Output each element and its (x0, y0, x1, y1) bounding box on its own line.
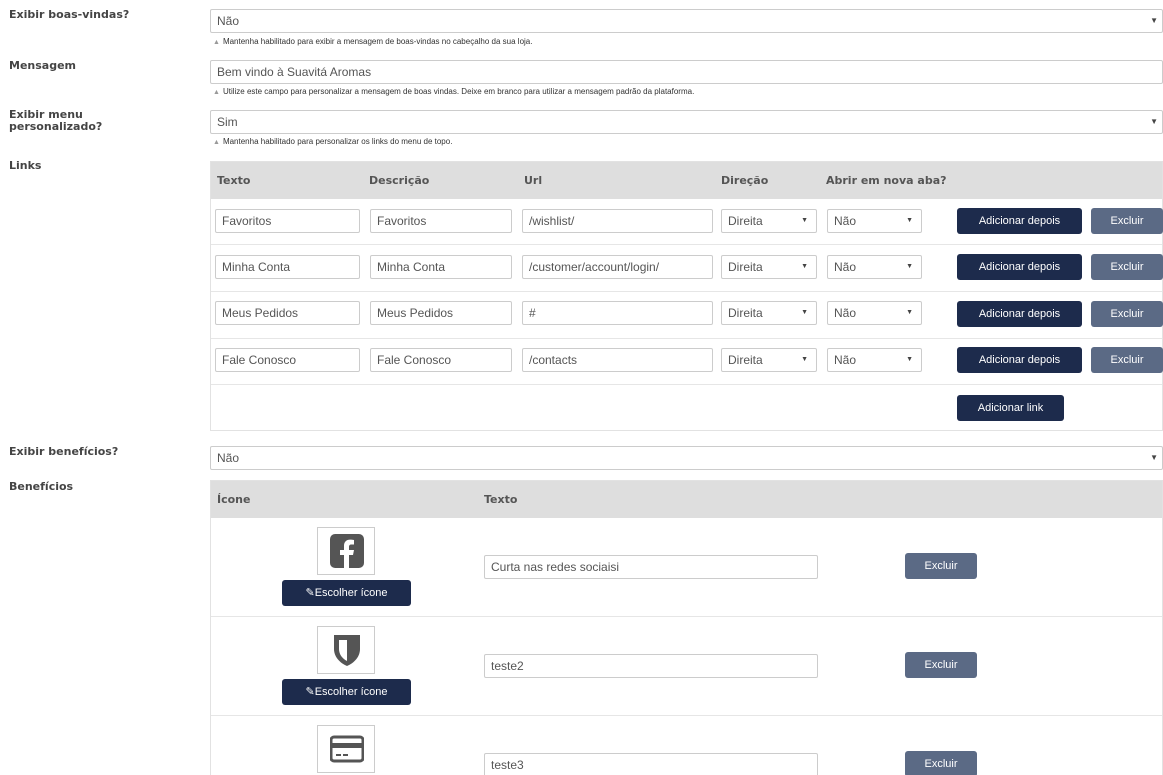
link-url-input[interactable]: # (522, 301, 713, 325)
link-direction-select[interactable]: Direita ▼ (721, 348, 817, 372)
chevron-down-icon: ▼ (906, 356, 913, 363)
shield-icon (334, 635, 360, 666)
delete-link-button[interactable]: Excluir (1091, 254, 1163, 280)
links-table: Texto Descrição Url Direção Abrir em nov… (210, 161, 1163, 431)
link-text-input[interactable]: Meus Pedidos (215, 301, 360, 325)
link-new-tab-select[interactable]: Não ▼ (827, 255, 922, 279)
benefit-icon-preview (317, 626, 375, 674)
message-hint: ▲ Utilize este campo para personalizar a … (213, 87, 695, 96)
link-text-input[interactable]: Minha Conta (215, 255, 360, 279)
table-row: ✎Escolher ícone teste2 Excluir (211, 617, 1162, 716)
table-row: ✎Escolher ícone Curta nas redes sociaisi… (211, 518, 1162, 617)
add-after-button[interactable]: Adicionar depois (957, 254, 1082, 280)
table-row: Meus Pedidos Meus Pedidos # Direita ▼ Não… (211, 292, 1163, 339)
link-description-input[interactable]: Fale Conosco (370, 348, 512, 372)
header-new-tab: Abrir em nova aba? (826, 174, 947, 187)
add-after-button[interactable]: Adicionar depois (957, 301, 1082, 327)
benefit-icon-preview (317, 527, 375, 575)
message-label: Mensagem (9, 59, 77, 72)
links-label: Links (9, 159, 42, 172)
chevron-down-icon: ▼ (906, 263, 913, 270)
link-url-input[interactable]: /wishlist/ (522, 209, 713, 233)
delete-link-button[interactable]: Excluir (1091, 301, 1163, 327)
hint-triangle-icon: ▲ (213, 89, 220, 96)
pencil-icon: ✎ (305, 686, 315, 698)
add-link-button[interactable]: Adicionar link (957, 395, 1064, 421)
delete-benefit-button[interactable]: Excluir (905, 751, 977, 775)
chevron-down-icon: ▼ (801, 356, 808, 363)
welcome-hint: ▲ Mantenha habilitado para exibir a mensa… (213, 37, 533, 46)
table-row: teste3 Excluir (211, 716, 1162, 775)
custom-menu-hint: ▲ Mantenha habilitado para personalizar o… (213, 137, 453, 146)
hint-triangle-icon: ▲ (213, 39, 220, 46)
link-new-tab-select[interactable]: Não ▼ (827, 348, 922, 372)
credit-card-icon (330, 735, 364, 763)
table-row: Minha Conta Minha Conta /customer/accoun… (211, 245, 1163, 292)
link-url-input[interactable]: /customer/account/login/ (522, 255, 713, 279)
delete-link-button[interactable]: Excluir (1091, 208, 1163, 234)
hint-triangle-icon: ▲ (213, 139, 220, 146)
custom-menu-label: Exibir menu personalizado? (9, 108, 103, 133)
add-after-button[interactable]: Adicionar depois (957, 347, 1082, 373)
custom-menu-select-value: Sim (217, 115, 238, 129)
benefits-table-header: Ícone Texto (211, 481, 1162, 518)
links-table-header: Texto Descrição Url Direção Abrir em nov… (211, 162, 1162, 199)
header-icon: Ícone (217, 493, 251, 506)
welcome-select[interactable]: Não ▼ (210, 9, 1163, 33)
link-description-input[interactable]: Favoritos (370, 209, 512, 233)
header-url: Url (524, 174, 543, 187)
benefits-label: Benefícios (9, 480, 74, 493)
welcome-select-value: Não (217, 14, 240, 28)
link-new-tab-select[interactable]: Não ▼ (827, 301, 922, 325)
header-benefit-text: Texto (484, 493, 518, 506)
link-description-input[interactable]: Meus Pedidos (370, 301, 512, 325)
header-description: Descrição (369, 174, 430, 187)
custom-menu-select[interactable]: Sim ▼ (210, 110, 1163, 134)
chevron-down-icon: ▼ (906, 309, 913, 316)
link-new-tab-select[interactable]: Não ▼ (827, 209, 922, 233)
link-direction-select[interactable]: Direita ▼ (721, 209, 817, 233)
benefit-icon-preview (317, 725, 375, 773)
link-text-input[interactable]: Fale Conosco (215, 348, 360, 372)
table-row: Favoritos Favoritos /wishlist/ Direita ▼ … (211, 199, 1163, 245)
chevron-down-icon: ▼ (801, 217, 808, 224)
chevron-down-icon: ▼ (1150, 117, 1158, 126)
choose-icon-button[interactable]: ✎Escolher ícone (282, 679, 411, 705)
benefits-toggle-label: Exibir benefícios? (9, 445, 119, 458)
delete-benefit-button[interactable]: Excluir (905, 652, 977, 678)
chevron-down-icon: ▼ (906, 217, 913, 224)
benefits-toggle-value: Não (217, 451, 240, 465)
table-row: Fale Conosco Fale Conosco /contacts Dire… (211, 339, 1163, 385)
chevron-down-icon: ▼ (801, 263, 808, 270)
welcome-label: Exibir boas-vindas? (9, 8, 130, 21)
message-input[interactable]: Bem vindo à Suavitá Aromas (210, 60, 1163, 84)
benefit-text-input[interactable]: teste2 (484, 654, 818, 678)
delete-link-button[interactable]: Excluir (1091, 347, 1163, 373)
benefits-toggle-select[interactable]: Não ▼ (210, 446, 1163, 470)
facebook-icon (330, 534, 364, 568)
choose-icon-button[interactable]: ✎Escolher ícone (282, 580, 411, 606)
benefit-text-input[interactable]: teste3 (484, 753, 818, 775)
chevron-down-icon: ▼ (1150, 453, 1158, 462)
benefits-table: Ícone Texto ✎Escolher ícone Curta nas re… (210, 480, 1163, 775)
delete-benefit-button[interactable]: Excluir (905, 553, 977, 579)
link-direction-select[interactable]: Direita ▼ (721, 255, 817, 279)
header-text: Texto (217, 174, 251, 187)
link-url-input[interactable]: /contacts (522, 348, 713, 372)
chevron-down-icon: ▼ (801, 309, 808, 316)
add-after-button[interactable]: Adicionar depois (957, 208, 1082, 234)
link-direction-select[interactable]: Direita ▼ (721, 301, 817, 325)
link-text-input[interactable]: Favoritos (215, 209, 360, 233)
chevron-down-icon: ▼ (1150, 16, 1158, 25)
pencil-icon: ✎ (305, 587, 315, 599)
link-description-input[interactable]: Minha Conta (370, 255, 512, 279)
header-direction: Direção (721, 174, 769, 187)
benefit-text-input[interactable]: Curta nas redes sociaisi (484, 555, 818, 579)
